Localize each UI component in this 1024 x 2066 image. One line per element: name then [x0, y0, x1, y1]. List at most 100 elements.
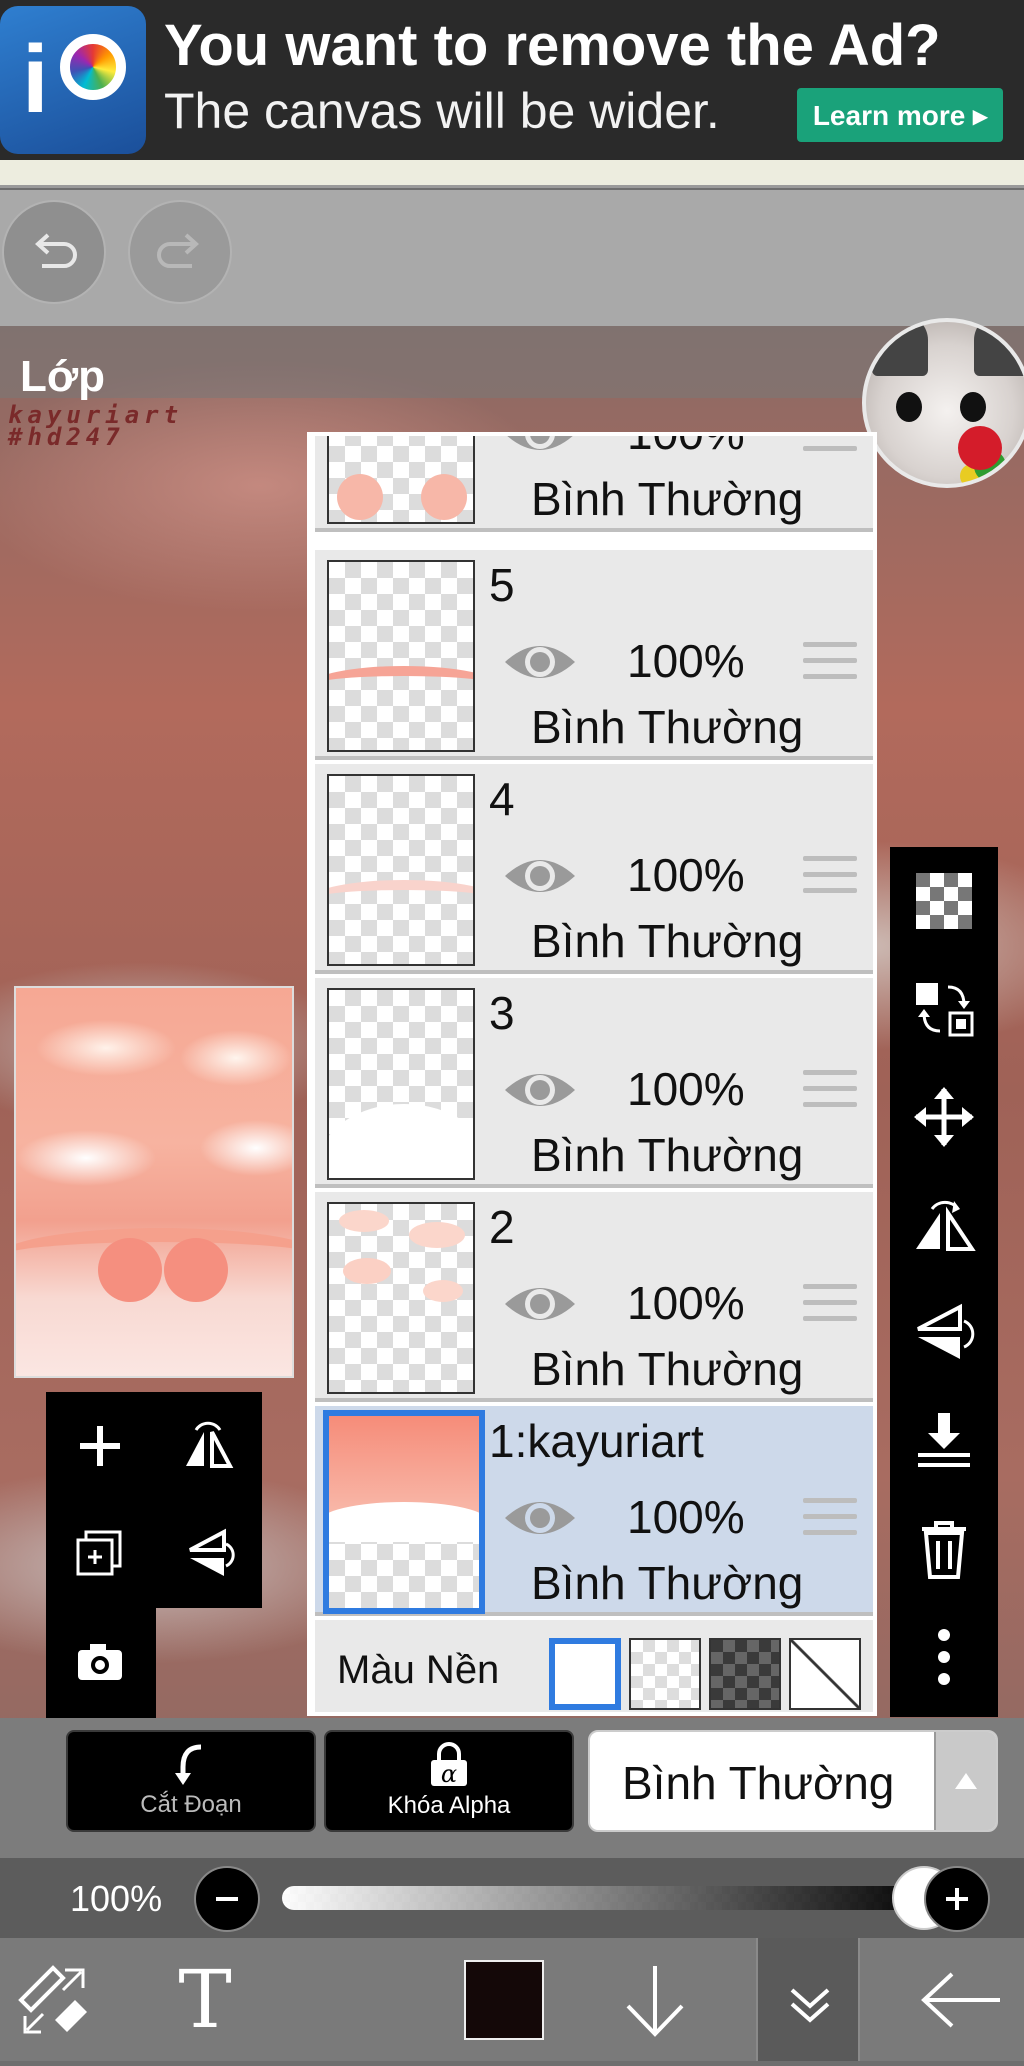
layer-blend-mode: Bình Thường	[531, 1557, 804, 1609]
add-layer-button[interactable]	[54, 1400, 146, 1492]
layer-thumbnail	[327, 774, 475, 966]
merge-down-button[interactable]	[904, 1401, 984, 1481]
layer-blend-mode: Bình Thường	[531, 473, 804, 525]
back-button[interactable]	[912, 1938, 1012, 2061]
drag-handle-icon[interactable]	[803, 642, 857, 686]
dropdown-arrow-icon[interactable]	[934, 1732, 996, 1830]
layers-tab-icon	[790, 1988, 830, 2023]
ibispaint-logo-icon: i	[0, 6, 146, 154]
duplicate-layer-button[interactable]	[54, 1508, 146, 1600]
opacity-slider[interactable]	[282, 1886, 912, 1910]
redo-button[interactable]	[128, 200, 232, 304]
watermark: kayuriart #hd247	[8, 401, 184, 451]
layer-action-bar: Cắt Đoạn α Khóa Alpha Bình Thường	[0, 1718, 1024, 1858]
eye-icon[interactable]	[501, 1064, 579, 1116]
background-transparent-light-option[interactable]	[629, 1638, 701, 1710]
layer-name: 3	[489, 987, 515, 1039]
blend-mode-select[interactable]: Bình Thường	[588, 1730, 998, 1832]
redo-icon	[157, 233, 199, 268]
eye-icon[interactable]	[501, 1492, 579, 1544]
background-color-row: Màu Nền	[315, 1620, 873, 1712]
layer-name: 5	[489, 559, 515, 611]
flip-vertical-icon	[189, 1528, 235, 1576]
trash-icon	[922, 1521, 966, 1579]
eye-icon[interactable]	[501, 636, 579, 688]
import-photo-button[interactable]	[54, 1616, 146, 1708]
more-icon	[938, 1629, 950, 1685]
layer-thumbnail	[327, 1202, 475, 1394]
learn-more-button[interactable]: Learn more ▸	[797, 88, 1003, 142]
layer-opacity: 100%	[627, 432, 745, 459]
flip-vertical-button[interactable]	[904, 1293, 984, 1373]
layer-row[interactable]: 4 100% Bình Thường	[315, 764, 873, 974]
ad-banner[interactable]: i You want to remove the Ad? The canvas …	[0, 0, 1024, 160]
opacity-value: 100%	[70, 1878, 163, 1919]
right-tool-panel	[890, 847, 998, 1717]
blend-mode-value: Bình Thường	[622, 1757, 895, 1809]
drag-handle-icon[interactable]	[803, 1070, 857, 1114]
background-transparent-dark-option[interactable]	[709, 1638, 781, 1710]
text-tool-icon: T	[178, 1953, 232, 2046]
layer-opacity: 100%	[627, 635, 745, 687]
color-swatch[interactable]	[464, 1960, 544, 2040]
delete-layer-button[interactable]	[904, 1509, 984, 1589]
move-button[interactable]	[904, 1077, 984, 1157]
layer-blend-mode: Bình Thường	[531, 915, 804, 967]
arrow-down-button[interactable]	[610, 1938, 700, 2061]
transparency-button[interactable]	[904, 861, 984, 941]
transform-tool-button[interactable]	[10, 1938, 100, 2061]
alpha-lock-label: Khóa Alpha	[387, 1792, 511, 1819]
layer-blend-mode: Bình Thường	[531, 1129, 804, 1181]
eye-icon[interactable]	[501, 432, 579, 460]
background-white-option[interactable]	[549, 1638, 621, 1710]
flip-layer-vertical-button[interactable]	[162, 1508, 254, 1600]
background-none-option[interactable]	[789, 1638, 861, 1710]
minus-icon	[216, 1897, 238, 1901]
layer-panel-title: Lớp	[20, 352, 106, 401]
swap-layer-button[interactable]	[904, 969, 984, 1049]
plus-icon	[80, 1426, 120, 1466]
undo-button[interactable]	[2, 200, 106, 304]
left-tool-panel-lower	[46, 1606, 156, 1718]
flip-horizontal-button[interactable]	[904, 1185, 984, 1265]
alpha-lock-button[interactable]: α Khóa Alpha	[324, 1730, 574, 1832]
drag-handle-icon[interactable]	[803, 436, 857, 458]
drag-handle-icon[interactable]	[803, 856, 857, 900]
left-tool-panel	[46, 1392, 262, 1608]
layers-tab-button[interactable]	[756, 1938, 860, 2061]
transform-tool-icon	[18, 1964, 87, 2033]
clipping-button[interactable]: Cắt Đoạn	[66, 1730, 316, 1832]
flip-horizontal-icon	[186, 1421, 234, 1468]
layer-row[interactable]: 2 100% Bình Thường	[315, 1192, 873, 1402]
text-tool-button[interactable]: T	[150, 1938, 260, 2061]
layer-opacity: 100%	[627, 1063, 745, 1115]
clipping-label: Cắt Đoạn	[140, 1791, 242, 1818]
more-options-button[interactable]	[904, 1617, 984, 1697]
eye-icon[interactable]	[501, 850, 579, 902]
merge-down-icon	[918, 1413, 970, 1467]
opacity-decrease-button[interactable]	[194, 1866, 260, 1932]
drag-handle-icon[interactable]	[803, 1498, 857, 1542]
back-arrow-icon	[921, 1972, 1000, 2027]
layer-row-selected[interactable]: 1:kayuriart 100% Bình Thường	[315, 1406, 873, 1616]
layer-list[interactable]: 100% Bình Thường 5 100% Bình Thường 4 10…	[307, 432, 877, 1716]
eye-icon[interactable]	[501, 1278, 579, 1330]
layer-thumbnail	[327, 988, 475, 1180]
opacity-increase-button[interactable]	[924, 1866, 990, 1932]
flip-vertical-icon	[917, 1303, 975, 1359]
arrow-down-icon	[626, 1965, 684, 2037]
layer-opacity: 100%	[627, 1277, 745, 1329]
swap-layer-icon	[916, 983, 974, 1037]
drag-handle-icon[interactable]	[803, 1284, 857, 1328]
layer-row[interactable]: 100% Bình Thường	[315, 432, 873, 532]
layer-thumbnail	[327, 436, 475, 524]
layer-name: 2	[489, 1201, 515, 1253]
undo-icon	[35, 233, 77, 268]
layer-row[interactable]: 3 100% Bình Thường	[315, 978, 873, 1188]
avatar[interactable]	[862, 318, 1024, 488]
flip-horizontal-icon	[916, 1200, 976, 1251]
lock-icon: α	[431, 1742, 467, 1788]
flip-layer-horizontal-button[interactable]	[162, 1400, 254, 1492]
layer-name: 1:kayuriart	[489, 1415, 704, 1467]
layer-row[interactable]: 5 100% Bình Thường	[315, 550, 873, 760]
